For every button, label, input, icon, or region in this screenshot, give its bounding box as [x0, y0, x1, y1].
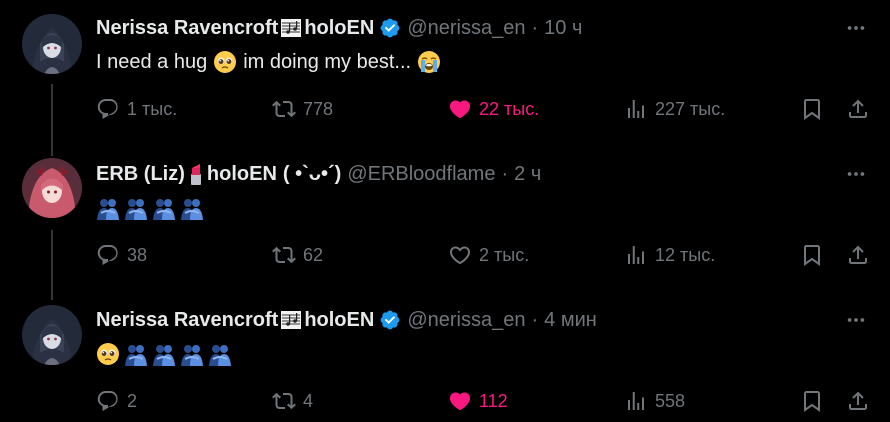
retweet-button[interactable]: 4 [272, 386, 313, 416]
kaomoji: ( •`ᴗ•´) [282, 162, 342, 185]
lipstick-emoji [187, 162, 205, 186]
reply-icon [97, 99, 118, 119]
avatar[interactable] [22, 14, 82, 74]
people-hugging-emoji [152, 342, 176, 366]
bookmark-button[interactable] [800, 240, 824, 270]
like-count: 112 [479, 390, 508, 411]
bookmark-icon [804, 99, 820, 120]
reply-button[interactable]: 38 [96, 240, 147, 270]
bookmark-button[interactable] [800, 94, 824, 124]
timestamp[interactable]: 10 ч [544, 17, 582, 40]
heart-icon [449, 392, 471, 411]
views-icon [628, 100, 644, 118]
retweet-count: 62 [303, 244, 324, 265]
views-button[interactable]: 227 тыс. [624, 94, 725, 124]
handle[interactable]: @ERBloodflame [347, 163, 495, 186]
like-count: 22 тыс. [479, 98, 540, 119]
separator-dot: · [531, 16, 539, 39]
avatar[interactable] [22, 158, 82, 218]
views-icon [628, 392, 644, 410]
reply-button[interactable]: 2 [96, 386, 137, 416]
views-count: 12 тыс. [655, 244, 716, 265]
views-button[interactable]: 558 [624, 386, 685, 416]
retweet-icon [272, 246, 296, 264]
tweet-text: I need a hug im doing my best... [96, 48, 441, 76]
separator-dot: · [531, 308, 539, 331]
separator-dot: · [501, 162, 509, 185]
action-bar: 38 62 2 тыс. 12 тыс. [96, 240, 876, 270]
bookmark-icon [804, 245, 820, 266]
retweet-count: 4 [303, 390, 314, 411]
handle[interactable]: @nerissa_en [407, 17, 525, 40]
like-button[interactable]: 112 [448, 386, 508, 416]
bookmark-icon [804, 391, 820, 412]
music-score-emoji [279, 17, 303, 39]
display-name-suffix[interactable]: holoEN [304, 309, 374, 332]
tweet-header: Nerissa Ravencroft holoEN @nerissa_en · … [96, 306, 597, 334]
people-hugging-emoji [208, 342, 232, 366]
tweet-header: ERB (Liz) holoEN ( •`ᴗ•´) @ERBloodflame … [96, 160, 541, 188]
avatar[interactable] [22, 305, 82, 365]
views-count: 558 [655, 390, 686, 411]
more-icon[interactable] [842, 160, 870, 188]
like-button[interactable]: 2 тыс. [448, 240, 529, 270]
tweet[interactable]: Nerissa Ravencroft holoEN @nerissa_en · … [0, 298, 890, 422]
action-bar: 2 4 112 558 [96, 386, 876, 416]
tweet[interactable]: ERB (Liz) holoEN ( •`ᴗ•´) @ERBloodflame … [0, 150, 890, 298]
people-hugging-emoji [180, 342, 204, 366]
people-hugging-emoji [124, 342, 148, 366]
retweet-icon [272, 100, 296, 118]
display-name[interactable]: Nerissa Ravencroft [96, 17, 278, 40]
share-icon [849, 391, 867, 410]
display-name-suffix[interactable]: holoEN [304, 17, 374, 40]
views-count: 227 тыс. [655, 98, 726, 119]
people-hugging-emoji [180, 196, 204, 220]
share-button[interactable] [846, 240, 870, 270]
verified-badge-icon [379, 309, 401, 331]
reply-icon [97, 391, 118, 411]
reply-count: 38 [127, 244, 148, 265]
timestamp[interactable]: 2 ч [514, 163, 541, 186]
retweet-count: 778 [303, 98, 334, 119]
people-hugging-emoji [124, 196, 148, 220]
heart-icon [449, 100, 471, 119]
reply-count: 2 [127, 390, 138, 411]
share-icon [849, 245, 867, 264]
pleading-face-emoji [96, 342, 120, 366]
handle[interactable]: @nerissa_en [407, 309, 525, 332]
music-score-emoji [279, 309, 303, 331]
heart-icon [449, 246, 471, 265]
pleading-face-emoji [213, 50, 237, 74]
share-button[interactable] [846, 94, 870, 124]
loudly-crying-emoji [417, 50, 441, 74]
display-name[interactable]: ERB (Liz) [96, 163, 185, 186]
share-button[interactable] [846, 386, 870, 416]
display-name-suffix[interactable]: holoEN [207, 163, 277, 186]
retweet-button[interactable]: 62 [272, 240, 323, 270]
action-bar: 1 тыс. 778 22 тыс. 227 тыс. [96, 94, 876, 124]
bookmark-button[interactable] [800, 386, 824, 416]
views-icon [628, 246, 644, 264]
more-icon[interactable] [842, 14, 870, 42]
tweet-text [96, 194, 204, 222]
verified-badge-icon [379, 17, 401, 39]
tweet-text [96, 340, 232, 368]
views-button[interactable]: 12 тыс. [624, 240, 715, 270]
like-count: 2 тыс. [479, 244, 530, 265]
more-icon[interactable] [842, 306, 870, 334]
timestamp[interactable]: 4 мин [544, 309, 597, 332]
like-button[interactable]: 22 тыс. [448, 94, 539, 124]
people-hugging-emoji [96, 196, 120, 220]
retweet-icon [272, 392, 296, 410]
display-name[interactable]: Nerissa Ravencroft [96, 309, 278, 332]
reply-button[interactable]: 1 тыс. [96, 94, 177, 124]
people-hugging-emoji [152, 196, 176, 220]
retweet-button[interactable]: 778 [272, 94, 333, 124]
reply-icon [97, 245, 118, 265]
tweet[interactable]: Nerissa Ravencroft holoEN @nerissa_en · … [0, 0, 890, 150]
reply-count: 1 тыс. [127, 98, 178, 119]
share-icon [849, 99, 867, 118]
tweet-header: Nerissa Ravencroft holoEN @nerissa_en · … [96, 14, 582, 42]
